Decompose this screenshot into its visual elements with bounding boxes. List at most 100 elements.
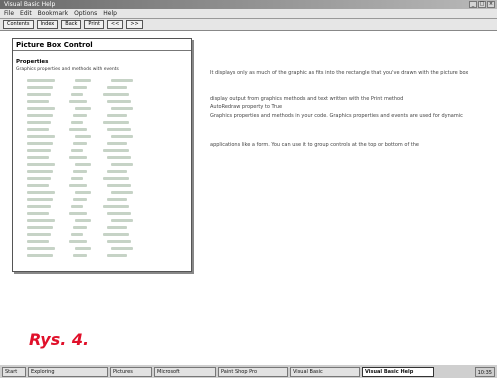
property-cell bbox=[103, 93, 129, 96]
property-cell bbox=[111, 191, 133, 194]
next-topic-button[interactable]: >> bbox=[126, 20, 143, 29]
property-cell bbox=[27, 156, 49, 159]
property-cell bbox=[69, 100, 87, 103]
property-cell bbox=[71, 233, 83, 236]
topic-line: Graphics properties and methods in your … bbox=[210, 113, 463, 119]
panel-title: Picture Box Control bbox=[13, 39, 191, 51]
property-cell bbox=[27, 254, 53, 257]
prev-topic-button[interactable]: << bbox=[106, 20, 124, 29]
property-cell bbox=[69, 156, 87, 159]
maximize-button[interactable]: □ bbox=[478, 1, 486, 8]
taskbar-clock: 10:35 bbox=[474, 366, 495, 377]
property-cell bbox=[71, 149, 83, 152]
property-row[interactable] bbox=[27, 86, 177, 91]
property-row[interactable] bbox=[27, 219, 177, 224]
property-cell bbox=[27, 247, 55, 250]
property-row[interactable] bbox=[27, 100, 177, 105]
index-button[interactable]: Index bbox=[36, 20, 59, 29]
taskbar-item[interactable]: Pictures bbox=[110, 366, 152, 377]
property-cell bbox=[27, 191, 55, 194]
property-cell bbox=[75, 219, 91, 222]
window-controls: _ □ × bbox=[469, 1, 495, 8]
property-cell bbox=[27, 114, 53, 117]
back-button[interactable]: Back bbox=[61, 20, 82, 29]
property-cell bbox=[107, 226, 127, 229]
start-button[interactable]: Start bbox=[2, 366, 26, 377]
property-cell bbox=[111, 163, 133, 166]
help-window: Visual Basic Help _ □ × File Edit Bookma… bbox=[0, 0, 497, 378]
property-cell bbox=[27, 79, 55, 82]
taskbar-item[interactable]: Exploring bbox=[28, 366, 108, 377]
property-cell bbox=[27, 149, 51, 152]
property-cell bbox=[75, 247, 91, 250]
property-row[interactable] bbox=[27, 93, 177, 98]
property-cell bbox=[27, 184, 49, 187]
menu-help[interactable]: Help bbox=[103, 9, 117, 18]
close-button[interactable]: × bbox=[487, 1, 495, 8]
topic-line: display output from graphics methods and… bbox=[210, 96, 404, 102]
property-cell bbox=[73, 226, 87, 229]
property-cell bbox=[75, 79, 91, 82]
property-cell bbox=[71, 177, 83, 180]
property-cell bbox=[103, 233, 129, 236]
property-row[interactable] bbox=[27, 240, 177, 245]
property-cell bbox=[107, 170, 127, 173]
taskbar-item[interactable]: Microsoft bbox=[154, 366, 216, 377]
property-row[interactable] bbox=[27, 79, 177, 84]
property-cell bbox=[69, 128, 87, 131]
property-cell bbox=[107, 142, 127, 145]
property-row[interactable] bbox=[27, 163, 177, 168]
property-cell bbox=[75, 191, 91, 194]
taskbar-item[interactable]: Visual Basic bbox=[290, 366, 360, 377]
toolbar: Contents Index Back Print << >> bbox=[0, 19, 497, 31]
property-cell bbox=[69, 240, 87, 243]
property-cell bbox=[27, 93, 51, 96]
property-row[interactable] bbox=[27, 156, 177, 161]
menu-edit[interactable]: Edit bbox=[20, 9, 32, 18]
figure-caption: Rys. 4. bbox=[29, 330, 90, 349]
menu-bookmark[interactable]: Bookmark bbox=[38, 9, 68, 18]
topic-line: AutoRedraw property to True bbox=[210, 104, 283, 110]
menu-options[interactable]: Options bbox=[74, 9, 97, 18]
property-cell bbox=[107, 254, 127, 257]
property-cell bbox=[27, 212, 49, 215]
property-row[interactable] bbox=[27, 226, 177, 231]
property-row[interactable] bbox=[27, 135, 177, 140]
property-row[interactable] bbox=[27, 170, 177, 175]
contents-button[interactable]: Contents bbox=[3, 20, 34, 29]
property-cell bbox=[27, 170, 53, 173]
taskbar-item[interactable]: Paint Shop Pro bbox=[218, 366, 288, 377]
property-row[interactable] bbox=[27, 191, 177, 196]
property-cell bbox=[71, 121, 83, 124]
property-row[interactable] bbox=[27, 247, 177, 252]
property-cell bbox=[75, 107, 91, 110]
minimize-button[interactable]: _ bbox=[469, 1, 477, 8]
property-cell bbox=[69, 212, 87, 215]
property-row[interactable] bbox=[27, 128, 177, 133]
property-cell bbox=[73, 114, 87, 117]
property-cell bbox=[27, 100, 49, 103]
property-row[interactable] bbox=[27, 149, 177, 154]
menu-file[interactable]: File bbox=[4, 9, 14, 18]
property-cell bbox=[107, 114, 127, 117]
property-row[interactable] bbox=[27, 205, 177, 210]
property-cell bbox=[107, 240, 131, 243]
taskbar-item-active[interactable]: Visual Basic Help bbox=[362, 366, 434, 377]
property-cell bbox=[73, 198, 87, 201]
property-cell bbox=[27, 226, 53, 229]
property-row[interactable] bbox=[27, 177, 177, 182]
property-row[interactable] bbox=[27, 142, 177, 147]
property-cell bbox=[111, 107, 133, 110]
property-row[interactable] bbox=[27, 254, 177, 259]
property-cell bbox=[103, 205, 129, 208]
property-row[interactable] bbox=[27, 184, 177, 189]
property-row[interactable] bbox=[27, 212, 177, 217]
window-title: Visual Basic Help bbox=[4, 1, 56, 8]
property-row[interactable] bbox=[27, 114, 177, 119]
property-row[interactable] bbox=[27, 233, 177, 238]
property-cell bbox=[27, 128, 49, 131]
property-row[interactable] bbox=[27, 198, 177, 203]
property-row[interactable] bbox=[27, 107, 177, 112]
property-row[interactable] bbox=[27, 121, 177, 126]
print-button[interactable]: Print bbox=[84, 20, 104, 29]
